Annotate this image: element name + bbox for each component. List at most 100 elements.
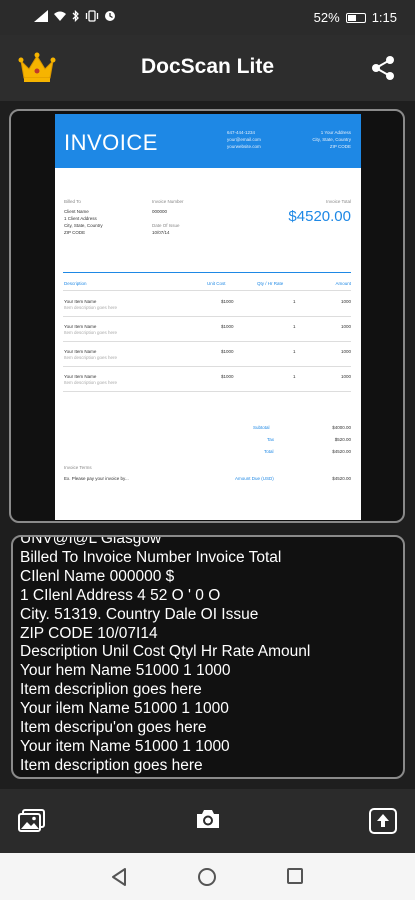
app-title: DocScan Lite [140,55,275,78]
invoice-total-label: Invoice Total [326,199,351,204]
item-qty: 1 [293,299,296,304]
row-rule [63,316,351,317]
total-label: Total [264,449,274,454]
document-preview[interactable]: INVOICE 647-444-1234 your@email.com your… [9,109,405,523]
system-nav-bar [0,853,415,900]
item-description: Item description goes here [64,380,118,385]
address-line: City, State, Country [312,137,351,142]
battery-level [347,14,356,21]
amount-due-label: Amount Due (USD) [235,476,274,481]
ocr-line: Item descriplion goes here [20,681,202,699]
item-amount: 1000 [340,299,351,304]
item-unit-cost: $1000 [221,299,234,304]
invoice-number-block: Invoice Number 000000 Date Of Issue 10/0… [152,198,184,236]
item-unit-cost: $1000 [221,349,234,354]
upload-icon[interactable] [369,808,397,834]
billed-to-label: Billed To [64,199,81,204]
address-line: 1 Your Address [320,130,351,135]
battery-percent: 52% [313,10,340,25]
ocr-line: Your hem Name 51000 1 1000 [20,662,231,680]
ocr-line: Description Unil Cost Qtyl Hr Rate Amoun… [20,643,311,661]
ocr-line: Your Item Name 51000 1 1000 [20,776,310,777]
invoice-sender-address: 1 Your Address City, State, Country ZIP … [312,129,351,150]
ocr-line: UNV@I@L Glasgow [20,535,162,547]
item-description: Item description goes here [64,355,118,360]
invoice-total: $4520.00 [288,208,351,225]
recents-icon[interactable] [286,867,304,885]
status-icons-right: 52% 1:15 [314,10,397,25]
table-divider [63,272,351,273]
ocr-line: Your ilem Name 51000 1 1000 [20,700,229,718]
signal-icon [34,10,48,22]
contact-phone: 647-444-1234 [227,130,256,135]
client-name: Client Name [64,209,89,214]
ocr-line: ZIP CODE 10/07I14 [20,624,158,642]
item-amount: 1000 [340,374,351,379]
back-icon[interactable] [110,867,128,887]
client-city: City, State, Country [64,223,103,228]
contact-website: yourwebsite.com [227,144,261,149]
invoice-title: INVOICE [64,130,158,155]
subtotal-label: Subtotal [253,425,270,430]
client-address: 1 Client Address [64,216,97,221]
row-rule [63,341,351,342]
header-rule [63,290,351,291]
data-saver-icon [105,11,115,21]
battery-icon [345,12,366,23]
address-line: ZIP CODE [329,144,351,149]
col-unit-cost: Unit Cost [207,281,226,286]
item-description: Item description goes here [64,330,118,335]
col-description: Description [64,281,87,286]
item-description: Item description goes here [64,305,118,310]
item-qty: 1 [293,374,296,379]
status-bar: 52% 1:15 [0,0,415,35]
ocr-text: UNV@I@L Glasgow Billed To Invoice Number … [20,535,311,777]
invoice-number: 000000 [152,209,168,214]
bottom-action-bar [0,789,415,853]
wifi-icon [54,11,66,21]
invoice-number-label: Invoice Number [152,199,184,204]
invoice-header: INVOICE 647-444-1234 your@email.com your… [55,114,361,168]
row-rule [63,391,351,392]
item-unit-cost: $1000 [221,374,234,379]
tax-value: $520.00 [334,437,351,442]
item-amount: 1000 [340,324,351,329]
ocr-line: Item description goes here [20,756,203,774]
clock: 1:15 [371,10,397,25]
ocr-line: Your item Name 51000 1 1000 [20,737,230,755]
amount-due-value: $4520.00 [332,476,351,481]
col-amount: Amount [335,281,351,286]
col-qty: Qty / Hr Rate [257,281,284,286]
status-icons-left [34,10,116,22]
contact-email: your@email.com [227,137,261,142]
invoice-date: 10/07/14 [152,230,170,235]
invoice-image: INVOICE 647-444-1234 your@email.com your… [55,114,361,520]
subtotal-value: $4000.00 [332,425,351,430]
row-rule [63,366,351,367]
share-icon[interactable] [371,55,395,81]
camera-icon[interactable] [195,808,221,830]
invoice-contact: 647-444-1234 your@email.com yourwebsite.… [227,129,261,150]
date-label: Date Of Issue [152,223,180,228]
app-bar: DocScan Lite [0,35,415,101]
bluetooth-icon [72,10,79,22]
gallery-icon[interactable] [18,809,46,833]
vibrate-icon [85,10,99,22]
ocr-line: Billed To Invoice Number Invoice Total [20,548,282,566]
terms-label: Invoice Terms [64,465,92,470]
item-amount: 1000 [340,349,351,354]
ocr-line: 1 CIlenl Address 4 52 O ' 0 O [20,586,221,604]
item-qty: 1 [293,349,296,354]
item-unit-cost: $1000 [221,324,234,329]
ocr-line: Item descripu'on goes here [20,719,207,737]
billed-to-block: Billed To Client Name 1 Client Address C… [64,198,103,236]
client-zip: ZIP CODE [64,230,86,235]
tax-label: Tax [267,437,275,442]
item-qty: 1 [293,324,296,329]
home-icon[interactable] [197,867,217,887]
ocr-text-panel[interactable]: UNV@I@L Glasgow Billed To Invoice Number … [11,535,405,779]
main-content: INVOICE 647-444-1234 your@email.com your… [0,101,415,789]
terms-text: Ex. Please pay your invoice by... [64,476,129,481]
ocr-line: City. 51319. Country Dale OI Issue [20,605,259,623]
ocr-line: CIlenl Name 000000 $ [20,567,175,585]
